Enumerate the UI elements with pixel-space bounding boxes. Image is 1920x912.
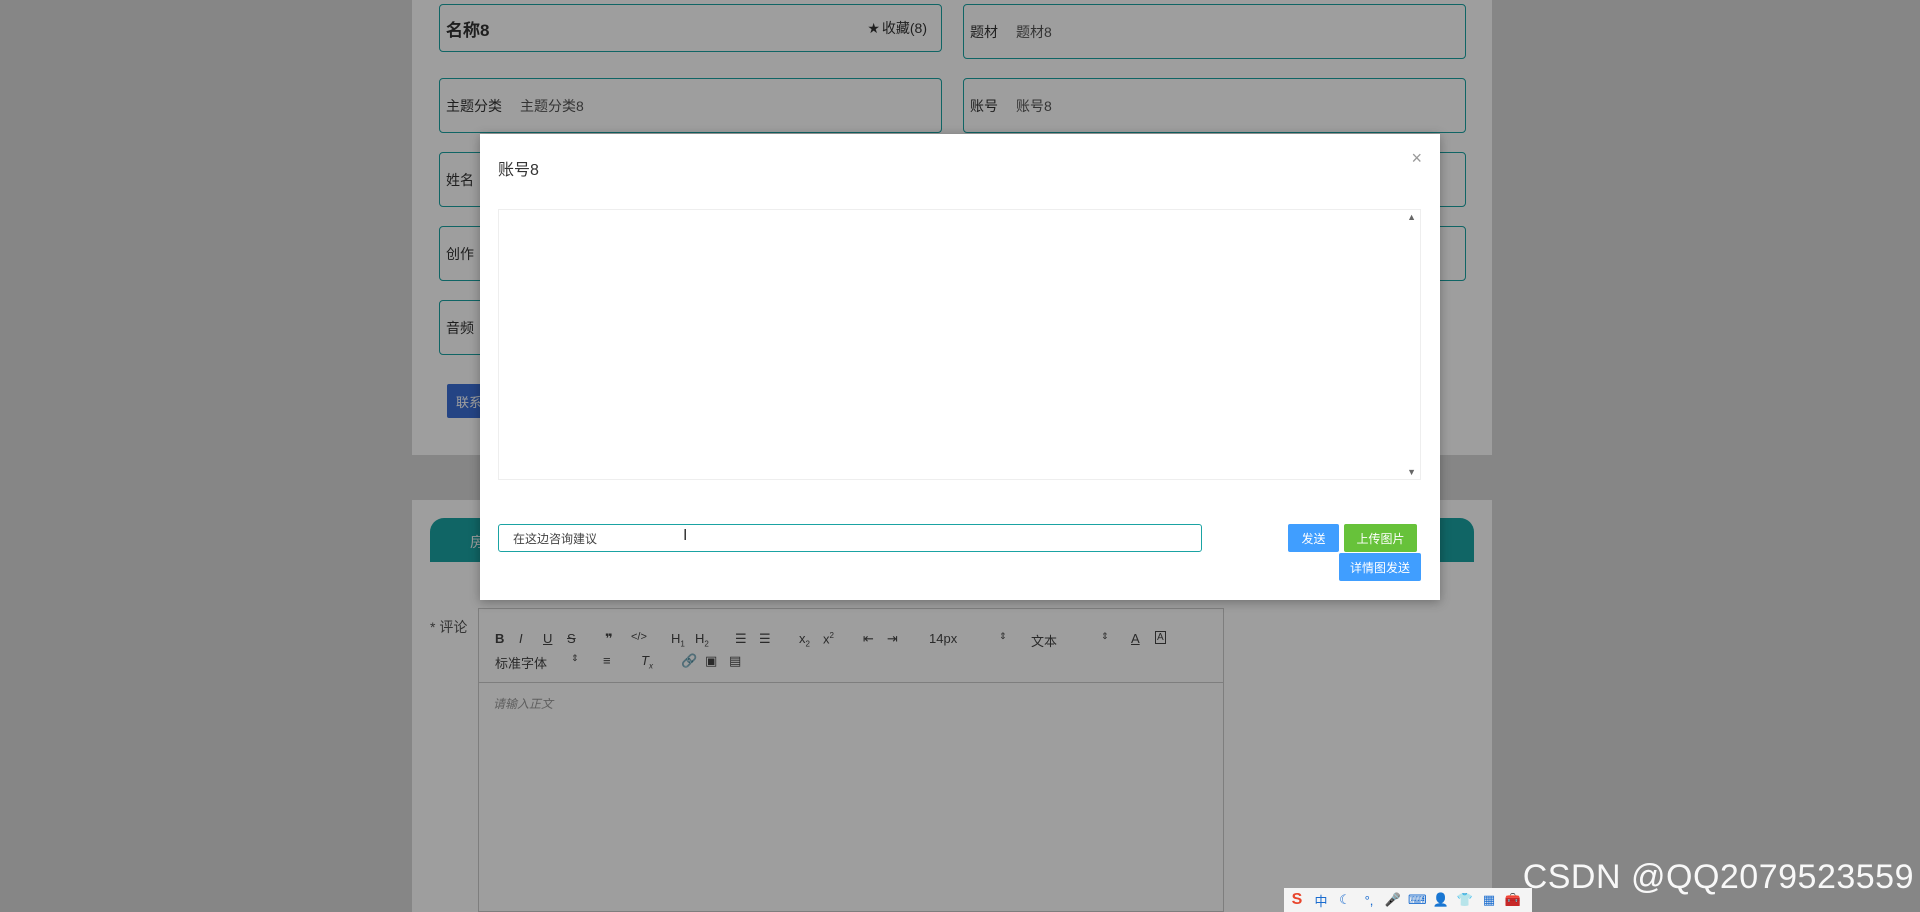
ime-toolbar: S 中 ☾ °, 🎤 ⌨ 👤 👕 ▦ 🧰 bbox=[1284, 888, 1532, 912]
send-button[interactable]: 发送 bbox=[1288, 524, 1339, 552]
chat-dialog: 账号8 × ▲ ▼ I 发送 上传图片 详情图发送 bbox=[480, 134, 1440, 600]
grid-icon[interactable]: ▦ bbox=[1480, 892, 1498, 908]
moon-icon[interactable]: ☾ bbox=[1336, 892, 1354, 908]
upload-image-button[interactable]: 上传图片 bbox=[1344, 524, 1417, 552]
microphone-icon[interactable]: 🎤 bbox=[1384, 892, 1402, 908]
chat-input[interactable] bbox=[498, 524, 1202, 552]
keyboard-icon[interactable]: ⌨ bbox=[1408, 892, 1427, 908]
scroll-up-icon[interactable]: ▲ bbox=[1407, 212, 1416, 222]
chat-message-area[interactable]: ▲ ▼ bbox=[498, 209, 1421, 480]
text-cursor-icon: I bbox=[683, 527, 688, 544]
close-icon[interactable]: × bbox=[1411, 148, 1422, 169]
toolbox-icon[interactable]: 🧰 bbox=[1504, 892, 1522, 908]
dialog-title: 账号8 bbox=[498, 162, 539, 179]
shirt-icon[interactable]: 👕 bbox=[1456, 892, 1474, 908]
sogou-logo-icon[interactable]: S bbox=[1288, 891, 1306, 909]
watermark: CSDN @QQ2079523559 bbox=[1522, 858, 1914, 896]
scroll-down-icon[interactable]: ▼ bbox=[1407, 467, 1416, 477]
punctuation-icon[interactable]: °, bbox=[1360, 893, 1378, 908]
user-icon[interactable]: 👤 bbox=[1432, 892, 1450, 908]
chinese-mode-icon[interactable]: 中 bbox=[1312, 891, 1330, 910]
detail-image-send-button[interactable]: 详情图发送 bbox=[1339, 553, 1421, 581]
